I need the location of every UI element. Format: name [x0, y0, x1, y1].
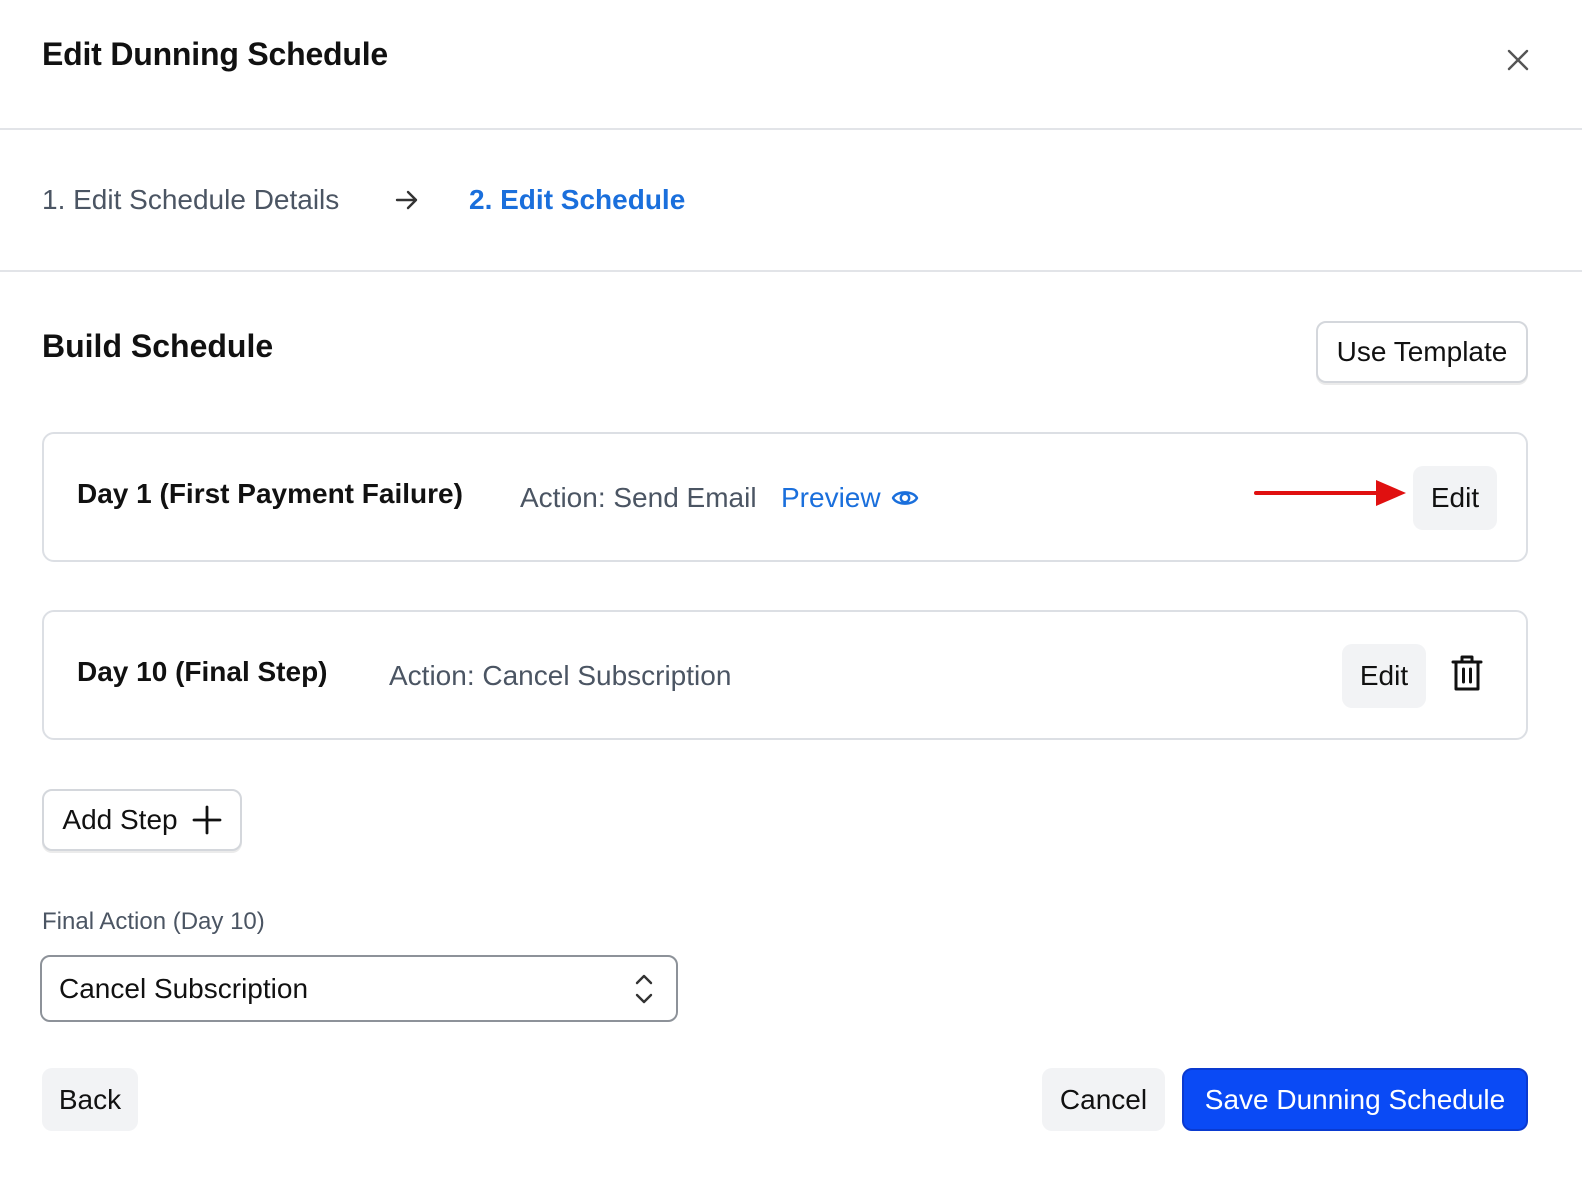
- schedule-step-card: Day 10 (Final Step) Action: Cancel Subsc…: [42, 610, 1528, 740]
- step-day-label: Day 10 (Final Step): [77, 656, 328, 687]
- arrow-right-icon: [395, 190, 418, 210]
- cancel-button[interactable]: Cancel: [1042, 1068, 1165, 1131]
- add-step-label: Add Step: [62, 804, 178, 835]
- edit-step-button[interactable]: Edit: [1413, 466, 1497, 530]
- build-schedule-heading: Build Schedule: [42, 328, 274, 364]
- stepper: 1. Edit Schedule Details 2. Edit Schedul…: [0, 130, 1582, 272]
- preview-label: Preview: [781, 482, 881, 513]
- use-template-button[interactable]: Use Template: [1316, 321, 1528, 383]
- edit-step-button[interactable]: Edit: [1342, 644, 1426, 708]
- modal-title: Edit Dunning Schedule: [42, 36, 389, 72]
- save-dunning-schedule-button[interactable]: Save Dunning Schedule: [1182, 1068, 1528, 1131]
- chevron-up-down-icon: [635, 974, 653, 1004]
- step-edit-schedule-details[interactable]: 1. Edit Schedule Details: [42, 184, 339, 216]
- modal-header: Edit Dunning Schedule: [0, 0, 1582, 130]
- edit-dunning-schedule-modal: Edit Dunning Schedule 1. Edit Schedule D…: [0, 0, 1582, 1182]
- step-action-text: Action: Send Email: [520, 482, 757, 513]
- preview-link[interactable]: Preview: [781, 482, 919, 514]
- red-arrow-icon: [1254, 480, 1406, 506]
- final-action-value: Cancel Subscription: [59, 973, 309, 1004]
- add-step-button[interactable]: Add Step: [42, 789, 242, 851]
- eye-icon: [891, 491, 918, 505]
- final-action-select[interactable]: Cancel Subscription: [40, 955, 678, 1022]
- plus-icon: [192, 805, 221, 835]
- close-button[interactable]: [1498, 40, 1538, 80]
- trash-icon[interactable]: [1450, 654, 1484, 692]
- close-icon: [1507, 49, 1529, 71]
- final-action-label: Final Action (Day 10): [42, 908, 265, 935]
- step-action-text: Action: Cancel Subscription: [389, 660, 732, 691]
- back-button[interactable]: Back: [42, 1068, 138, 1131]
- step-day-label: Day 1 (First Payment Failure): [77, 478, 463, 509]
- step-edit-schedule[interactable]: 2. Edit Schedule: [469, 184, 685, 216]
